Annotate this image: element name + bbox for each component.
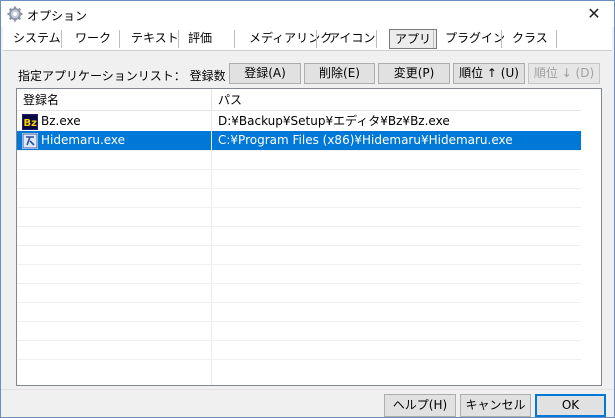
tab-separator — [119, 30, 120, 48]
tab-text[interactable]: テキスト — [121, 27, 179, 51]
cancel-button[interactable]: キャンセル — [460, 394, 531, 417]
tab-separator — [316, 30, 317, 48]
tab-class[interactable]: クラス — [502, 27, 548, 51]
row-gridline — [17, 359, 581, 360]
row-name: Bz.exe — [41, 114, 81, 128]
row-name: Hidemaru.exe — [41, 133, 126, 147]
options-dialog: オプション ✕ システム ワーク テキスト 評価 メディアリンク アイコン アプ… — [0, 0, 615, 418]
tab-plugin[interactable]: プラグイン — [435, 27, 505, 51]
help-button[interactable]: ヘルプ(H) — [384, 394, 456, 417]
tab-icon[interactable]: アイコン — [318, 27, 375, 51]
list-header: 登録名 パス — [17, 89, 581, 111]
tab-label: プラグイン — [445, 31, 506, 45]
tab-separator — [433, 30, 434, 48]
column-gridline — [211, 111, 212, 385]
row-gridline — [17, 169, 581, 170]
bz-app-icon: Bz — [22, 114, 38, 130]
ok-button[interactable]: OK — [535, 394, 606, 417]
row-gridline — [17, 150, 581, 151]
tab-separator — [376, 30, 377, 48]
tab-label: 評価 — [188, 31, 213, 45]
gear-icon — [7, 6, 23, 22]
close-button[interactable]: ✕ — [574, 1, 614, 27]
app-list[interactable]: 登録名 パス Bz Bz.exe D:¥Backup¥Setup¥エディタ¥Bz… — [16, 88, 602, 386]
row-path: D:¥Backup¥Setup¥エディタ¥Bz¥Bz.exe — [218, 114, 450, 128]
row-gridline — [17, 302, 581, 303]
row-gridline — [17, 340, 581, 341]
title-bar: オプション ✕ — [1, 1, 614, 27]
list-item-selected[interactable]: Hidemaru.exe C:¥Program Files (x86)¥Hide… — [17, 131, 581, 150]
close-icon: ✕ — [587, 4, 601, 23]
delete-button[interactable]: 削除(E) — [304, 63, 375, 84]
row-gridline — [17, 264, 581, 265]
tab-separator — [61, 30, 62, 48]
tab-separator — [234, 30, 235, 48]
tab-work[interactable]: ワーク — [65, 27, 111, 51]
column-header-name[interactable]: 登録名 — [17, 89, 211, 111]
register-button[interactable]: 登録(A) — [229, 63, 301, 84]
row-gridline — [17, 188, 581, 189]
change-button[interactable]: 変更(P) — [378, 63, 450, 84]
order-up-button[interactable]: 順位 ↑ (U) — [453, 63, 525, 84]
tab-app[interactable]: アプリ — [384, 27, 438, 51]
row-path: C:¥Program Files (x86)¥Hidemaru¥Hidemaru… — [218, 133, 513, 147]
tab-label: アプリ — [389, 29, 438, 49]
list-scroll-area — [582, 89, 601, 385]
tab-system[interactable]: システム — [3, 27, 61, 51]
list-item[interactable]: Bz Bz.exe D:¥Backup¥Setup¥エディタ¥Bz¥Bz.exe — [17, 112, 581, 131]
row-gridline — [17, 245, 581, 246]
tab-label: システム — [13, 31, 61, 45]
app-list-count-label: 指定アプリケーションリスト： 登録数 2/20 — [18, 69, 257, 83]
tab-bar: システム ワーク テキスト 評価 メディアリンク アイコン アプリ プラグイン … — [3, 27, 612, 51]
footer-divider — [1, 389, 614, 390]
tab-evaluation[interactable]: 評価 — [178, 27, 212, 51]
row-gridline — [17, 283, 581, 284]
window-title: オプション — [27, 9, 88, 23]
tab-label: ワーク — [75, 31, 112, 45]
order-down-button: 順位 ↓ (D) — [528, 63, 600, 84]
tab-separator — [556, 30, 557, 48]
row-gridline — [17, 207, 581, 208]
hidemaru-app-icon — [22, 133, 38, 149]
tab-label: テキスト — [131, 31, 179, 45]
tab-label: アイコン — [328, 31, 376, 45]
tab-label: クラス — [512, 31, 548, 45]
svg-text:Bz: Bz — [24, 118, 38, 129]
column-header-path[interactable]: パス — [212, 89, 581, 111]
row-gridline — [17, 226, 581, 227]
row-gridline — [17, 321, 581, 322]
